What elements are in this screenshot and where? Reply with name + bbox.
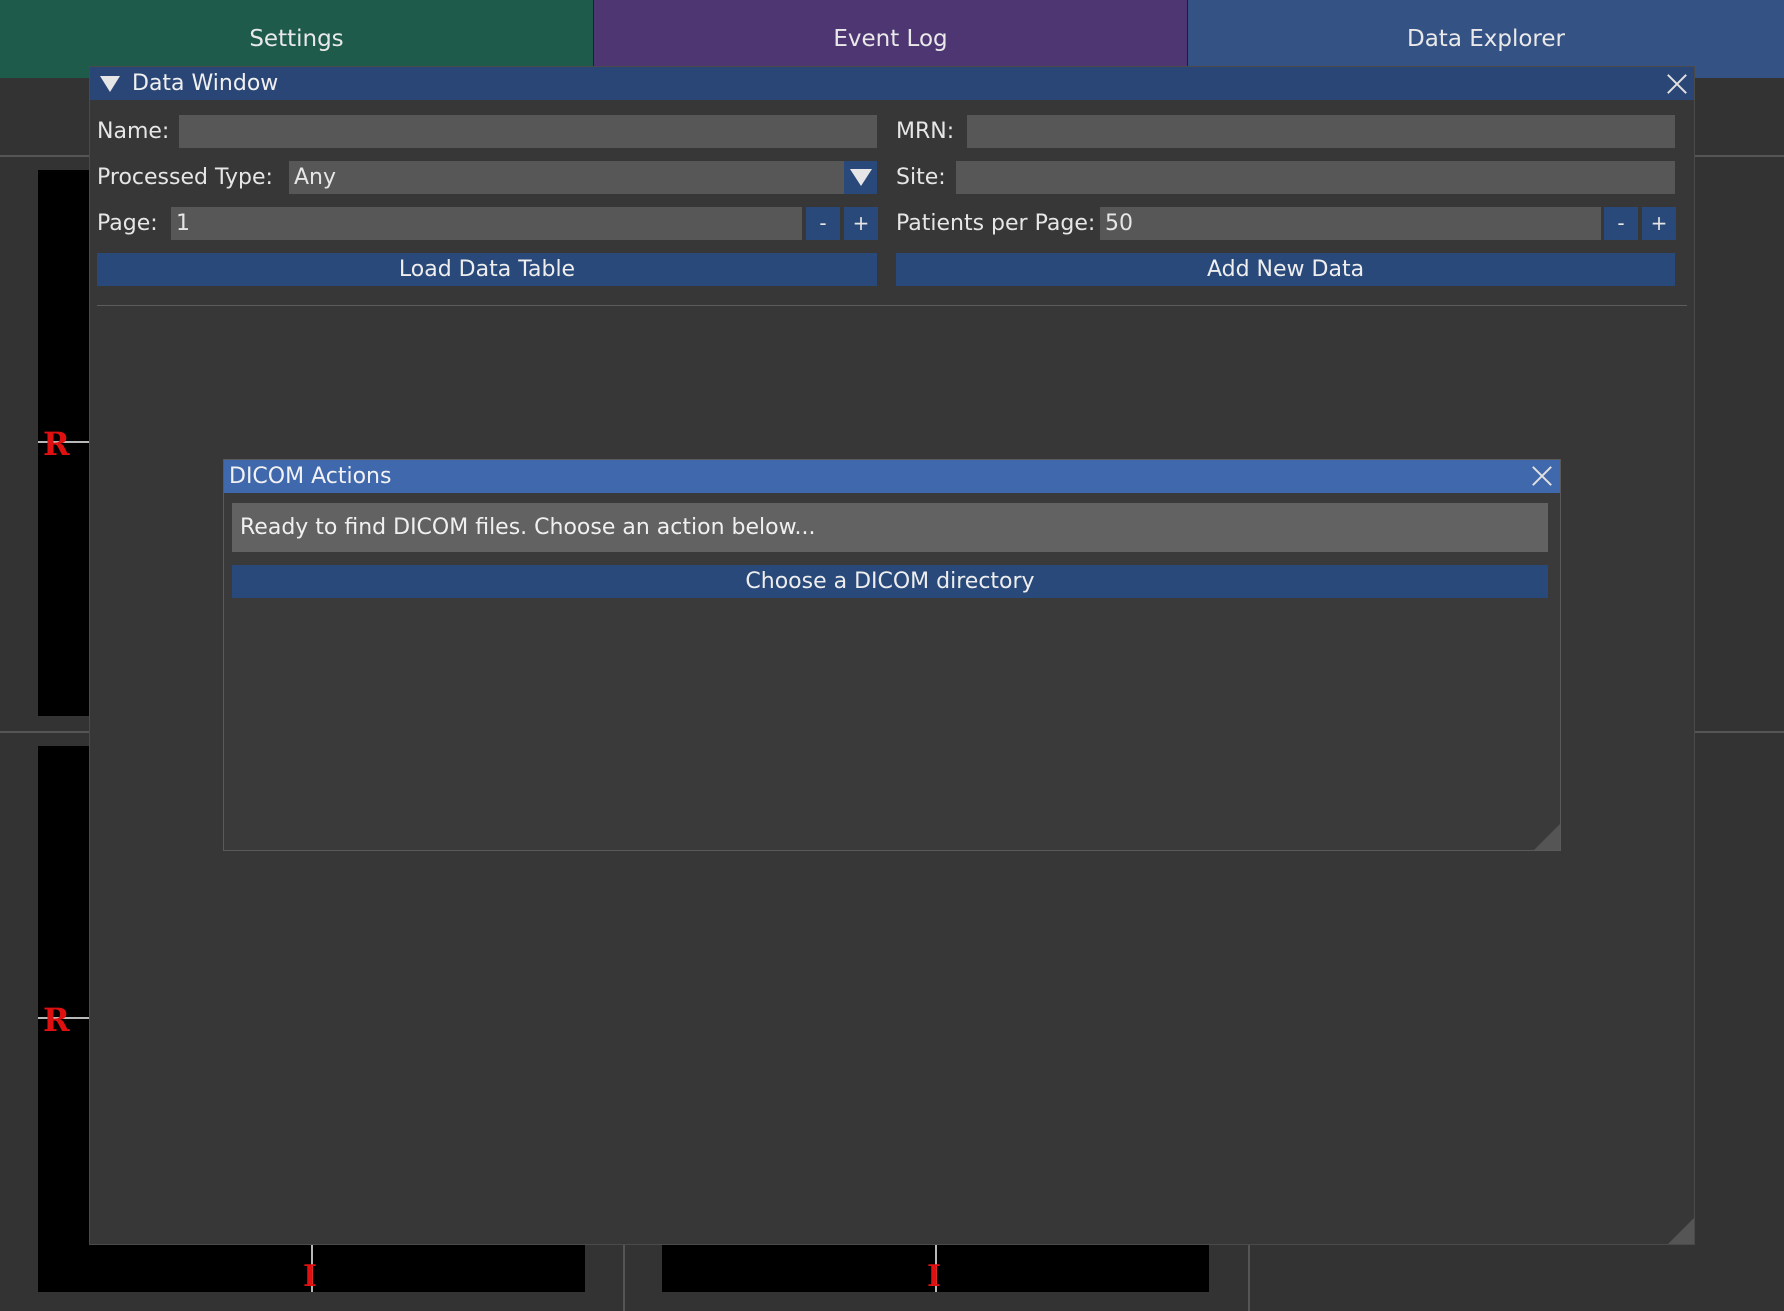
collapse-triangle-icon[interactable] [100, 75, 120, 92]
patients-decrement-button[interactable]: - [1604, 207, 1638, 240]
dicom-actions-dialog: DICOM Actions Ready to find DICOM files.… [223, 459, 1561, 851]
app-root: Settings Event Log Data Explorer R R I I… [0, 0, 1784, 1311]
panel-divider [1248, 1245, 1250, 1311]
orientation-marker-r: R [43, 425, 70, 463]
resize-grip-icon[interactable] [1534, 824, 1560, 850]
page-increment-button[interactable]: + [844, 207, 878, 240]
dicom-dialog-title: DICOM Actions [229, 464, 392, 489]
page-decrement-button[interactable]: - [806, 207, 840, 240]
mrn-label: MRN: [896, 119, 955, 144]
close-icon[interactable] [1666, 73, 1688, 95]
resize-grip-icon[interactable] [1668, 1218, 1694, 1244]
load-data-table-button[interactable]: Load Data Table [97, 253, 877, 286]
site-label: Site: [896, 165, 946, 190]
data-window-titlebar[interactable]: Data Window [90, 67, 1694, 100]
add-new-data-button[interactable]: Add New Data [896, 253, 1675, 286]
name-input[interactable] [179, 115, 877, 148]
data-window-title: Data Window [132, 71, 279, 96]
patients-per-page-input[interactable]: 50 [1100, 207, 1601, 240]
chevron-down-icon[interactable] [844, 161, 877, 194]
orientation-marker-i: I [927, 1259, 942, 1294]
choose-dicom-directory-button[interactable]: Choose a DICOM directory [232, 565, 1548, 598]
page-label: Page: [97, 211, 158, 236]
orientation-marker-r: R [43, 1001, 70, 1039]
dicom-dialog-titlebar[interactable]: DICOM Actions [224, 460, 1560, 493]
orientation-marker-i: I [303, 1259, 318, 1294]
processed-type-label: Processed Type: [97, 165, 273, 190]
status-message: Ready to find DICOM files. Choose an act… [232, 503, 1548, 552]
patients-increment-button[interactable]: + [1642, 207, 1676, 240]
separator [97, 305, 1687, 306]
site-input[interactable] [956, 161, 1675, 194]
patients-per-page-label: Patients per Page: [896, 211, 1096, 236]
close-icon[interactable] [1531, 465, 1553, 487]
name-label: Name: [97, 119, 170, 144]
mrn-input[interactable] [967, 115, 1675, 148]
panel-divider [623, 1245, 625, 1311]
processed-type-select[interactable]: Any [289, 161, 845, 194]
page-input[interactable]: 1 [171, 207, 802, 240]
